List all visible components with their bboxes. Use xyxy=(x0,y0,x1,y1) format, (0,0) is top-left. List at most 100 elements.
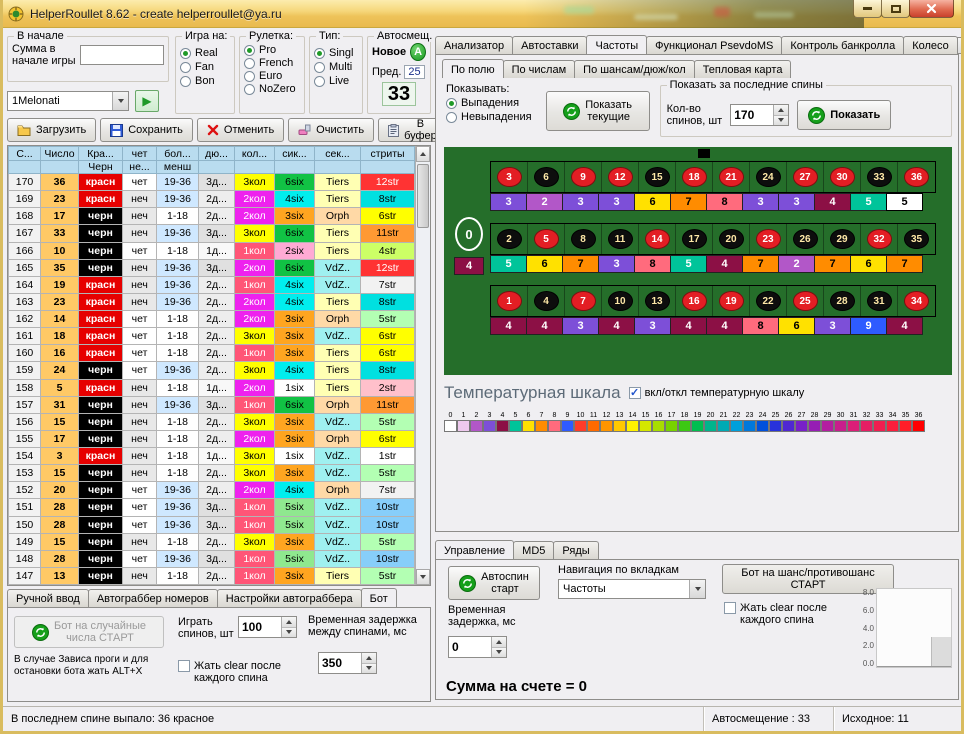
tab-автограббер-номеров[interactable]: Автограббер номеров xyxy=(88,589,218,607)
table-row[interactable]: 15517черннеч1-182д...2кол3sixOrph6str xyxy=(9,430,415,447)
autoshift-icon[interactable]: A xyxy=(410,43,426,61)
board-number-4[interactable]: 4 xyxy=(528,286,565,316)
spin-down-icon[interactable] xyxy=(282,628,296,638)
table-row[interactable]: 16817черннеч1-182д...2кол3sixOrph6str xyxy=(9,208,415,225)
board-number-29[interactable]: 29 xyxy=(824,224,861,254)
spin-down-icon[interactable] xyxy=(492,648,506,658)
temp-scale-checkbox[interactable]: вкл/откл температурную шкалу xyxy=(629,387,805,399)
table-row[interactable]: 15315черннеч1-182д...3кол3sixVdZ..5str xyxy=(9,465,415,482)
board-number-31[interactable]: 31 xyxy=(861,286,898,316)
table-row[interactable]: 15028чернчет19-363д...1кол5sixVdZ..10str xyxy=(9,516,415,533)
spin-up-icon[interactable] xyxy=(774,105,788,116)
board-number-20[interactable]: 20 xyxy=(713,224,750,254)
play-button[interactable]: ▶ xyxy=(135,90,159,112)
spin-down-icon[interactable] xyxy=(774,116,788,126)
start-sum-input[interactable] xyxy=(80,45,164,65)
table-row[interactable]: 16016краснчет1-182д...1кол3sixTiers6str xyxy=(9,345,415,362)
table-row[interactable]: 1543красннеч1-181д...3кол1sixVdZ..1str xyxy=(9,448,415,465)
radio-выпадения[interactable]: Выпадения xyxy=(446,97,532,109)
tab-колесо[interactable]: Колесо xyxy=(903,36,958,54)
table-row[interactable]: 16214краснчет1-182д...2кол3sixOrph5str xyxy=(9,311,415,328)
table-scrollbar[interactable] xyxy=(415,146,430,585)
board-number-28[interactable]: 28 xyxy=(824,286,861,316)
scrollbar-thumb[interactable] xyxy=(417,164,429,228)
autospin-start-button[interactable]: Автоспин старт xyxy=(448,566,540,600)
radio-french[interactable]: French xyxy=(244,58,300,69)
table-row[interactable]: 16323красннеч19-362д...2кол4sixTiers8str xyxy=(9,293,415,310)
tab-настройки-автограббера[interactable]: Настройки автограббера xyxy=(217,589,362,607)
toolbar-button-отменить[interactable]: Отменить xyxy=(197,118,284,142)
radio-singl[interactable]: Singl xyxy=(314,47,358,59)
tab-ручной-ввод[interactable]: Ручной ввод xyxy=(7,589,89,607)
spin-up-icon[interactable] xyxy=(492,637,506,648)
table-row[interactable]: 16535черннеч19-363д...2кол6sixVdZ..12str xyxy=(9,259,415,276)
table-row[interactable]: 15924чернчет19-362д...3кол4sixTiers8str xyxy=(9,362,415,379)
table-row[interactable]: 14915черннеч1-182д...3кол3sixVdZ..5str xyxy=(9,533,415,550)
minimize-button[interactable] xyxy=(853,0,882,18)
checkbox-box[interactable] xyxy=(178,660,190,672)
profile-combo[interactable]: 1Melonati xyxy=(7,91,129,111)
board-number-5[interactable]: 5 xyxy=(528,224,565,254)
scroll-up-icon[interactable] xyxy=(416,146,430,162)
close-button[interactable] xyxy=(909,0,954,18)
tab-функционал-psevdoms[interactable]: Функционал PsevdoMS xyxy=(646,36,782,54)
board-number-9[interactable]: 9 xyxy=(565,162,602,192)
table-row[interactable]: 15220чернчет19-362д...2кол4sixOrph7str xyxy=(9,482,415,499)
tab-бот[interactable]: Бот xyxy=(361,588,397,607)
board-number-19[interactable]: 19 xyxy=(713,286,750,316)
table-row[interactable]: 16610чернчет1-181д...1кол2sixTiers4str xyxy=(9,242,415,259)
board-number-22[interactable]: 22 xyxy=(750,286,787,316)
board-number-32[interactable]: 32 xyxy=(861,224,898,254)
radio-live[interactable]: Live xyxy=(314,75,358,87)
table-row[interactable]: 17036краснчет19-363д...3кол6sixTiers12st… xyxy=(9,174,415,191)
board-number-2[interactable]: 2 xyxy=(491,224,528,254)
clear-after-spin-checkbox[interactable]: Жать clear после каждого спина xyxy=(724,602,827,626)
board-number-3[interactable]: 3 xyxy=(491,162,528,192)
random-bot-start-button[interactable]: Бот на случайные числа СТАРТ xyxy=(14,616,164,648)
board-number-1[interactable]: 1 xyxy=(491,286,528,316)
board-number-14[interactable]: 14 xyxy=(639,224,676,254)
radio-fan[interactable]: Fan xyxy=(180,61,230,73)
freq-spins-input[interactable] xyxy=(731,105,773,125)
subtab-тепловая-карта[interactable]: Тепловая карта xyxy=(694,60,792,78)
tab-автоставки[interactable]: Автоставки xyxy=(512,36,587,54)
table-row[interactable]: 16733черннеч19-363д...3кол6sixTiers11str xyxy=(9,225,415,242)
toolbar-button-загрузить[interactable]: Загрузить xyxy=(7,118,96,142)
board-number-6[interactable]: 6 xyxy=(528,162,565,192)
tab-контроль-банкролла[interactable]: Контроль банкролла xyxy=(781,36,904,54)
toolbar-button-очистить[interactable]: Очистить xyxy=(288,118,374,142)
tabs-scroll-left-icon[interactable]: ◄ xyxy=(957,37,964,54)
board-number-16[interactable]: 16 xyxy=(676,286,713,316)
board-number-11[interactable]: 11 xyxy=(602,224,639,254)
table-row[interactable]: 15128чернчет19-363д...1кол5sixVdZ..10str xyxy=(9,499,415,516)
checkbox-box[interactable] xyxy=(629,387,641,399)
table-row[interactable]: 15615черннеч1-182д...3кол3sixVdZ..5str xyxy=(9,413,415,430)
toolbar-button-сохранить[interactable]: Сохранить xyxy=(100,118,193,142)
zero-cell[interactable]: 0 4 xyxy=(452,217,486,275)
board-number-18[interactable]: 18 xyxy=(676,162,713,192)
nav-tabs-combo[interactable]: Частоты xyxy=(558,579,706,599)
show-button[interactable]: Показать xyxy=(797,100,891,130)
spin-delay-input[interactable] xyxy=(319,653,361,673)
radio-euro[interactable]: Euro xyxy=(244,71,300,82)
table-row[interactable]: 16118краснчет1-182д...3кол3sixVdZ..6str xyxy=(9,328,415,345)
radio-невыпадения[interactable]: Невыпадения xyxy=(446,111,532,123)
board-number-15[interactable]: 15 xyxy=(639,162,676,192)
scroll-down-icon[interactable] xyxy=(416,569,430,585)
tab-md5[interactable]: MD5 xyxy=(513,541,554,559)
radio-real[interactable]: Real xyxy=(180,47,230,59)
board-number-17[interactable]: 17 xyxy=(676,224,713,254)
table-row[interactable]: 14713черннеч1-182д...1кол3sixTiers5str xyxy=(9,567,415,584)
board-number-36[interactable]: 36 xyxy=(898,162,935,192)
board-number-26[interactable]: 26 xyxy=(787,224,824,254)
board-number-33[interactable]: 33 xyxy=(861,162,898,192)
board-handle[interactable] xyxy=(698,149,710,158)
subtab-по-числам[interactable]: По числам xyxy=(503,60,576,78)
board-number-8[interactable]: 8 xyxy=(565,224,602,254)
table-row[interactable]: 16419красннеч19-362д...1кол4sixVdZ..7str xyxy=(9,276,415,293)
tab-ряды[interactable]: Ряды xyxy=(553,541,598,559)
delay-input[interactable] xyxy=(449,637,491,657)
show-current-button[interactable]: Показать текущие xyxy=(546,91,650,131)
chevron-down-icon[interactable] xyxy=(689,580,705,598)
subtab-по-шансам-дюж-кол[interactable]: По шансам/дюж/кол xyxy=(574,60,695,78)
